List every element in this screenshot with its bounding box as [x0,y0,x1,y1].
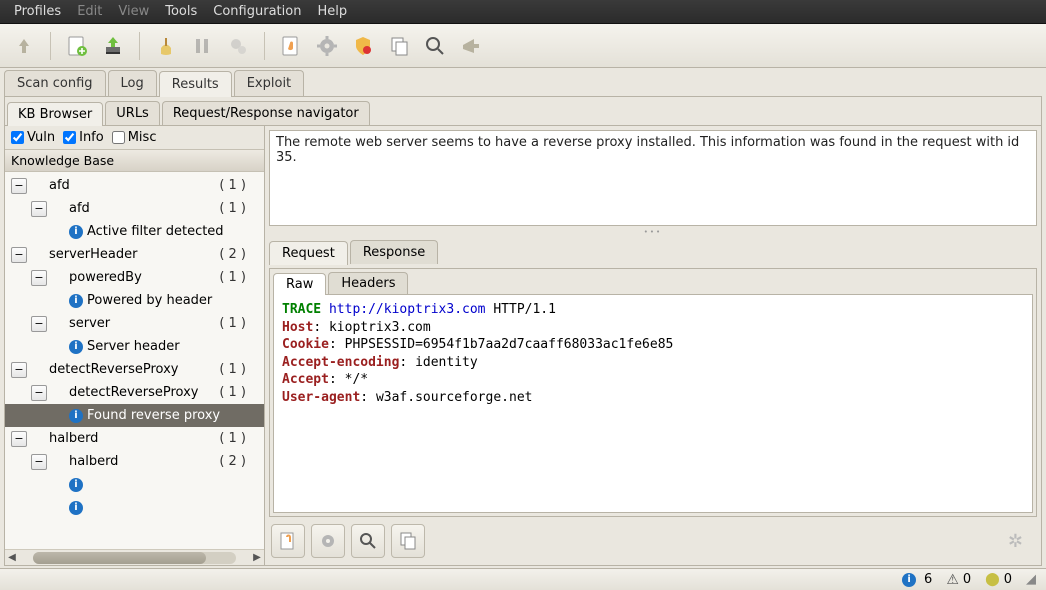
action-bar: ✲ [269,521,1037,561]
tree-hscrollbar[interactable]: ◀ ▶ [5,549,264,565]
status-info: i6 [902,572,932,587]
menu-profiles[interactable]: Profiles [6,2,69,21]
tab-response[interactable]: Response [350,240,438,264]
toolbar-shield-icon[interactable] [347,30,379,62]
collapse-icon[interactable]: − [31,454,47,470]
info-icon: i [69,294,83,308]
collapse-icon[interactable]: − [31,270,47,286]
main-area: KB Browser URLs Request/Response navigat… [4,96,1042,566]
rawhdr-tabs: Raw Headers [270,269,1036,294]
tab-results[interactable]: Results [159,71,232,97]
request-box: Raw Headers TRACE http://kioptrix3.com H… [269,268,1037,517]
menu-edit[interactable]: Edit [69,2,110,21]
tree-node-detectreverseproxy[interactable]: −detectReverseProxy( 1 ) [5,358,264,381]
toolbar-save-icon[interactable] [97,30,129,62]
filter-info[interactable]: Info [63,130,104,145]
shell-icon: ⬤ [985,572,1000,587]
tab-request[interactable]: Request [269,241,348,265]
status-resize-grip-icon[interactable]: ◢ [1026,572,1036,587]
right-panel: The remote web server seems to have a re… [265,126,1041,565]
scroll-right-icon[interactable]: ▶ [250,552,264,563]
kb-tree: −afd( 1 ) −afd( 1 ) iActive filter detec… [5,172,264,549]
tree-leaf-server[interactable]: iServer header [5,335,264,358]
action-zoom-icon[interactable] [351,524,385,558]
toolbar-arrow-up-icon[interactable] [8,30,40,62]
splitter-handle[interactable]: ••• [269,230,1037,234]
tree-node-halberd-child[interactable]: −halberd( 2 ) [5,450,264,473]
tab-scan-config[interactable]: Scan config [4,70,106,96]
filter-row: Vuln Info Misc [5,126,264,149]
info-checkbox[interactable] [63,131,76,144]
filter-misc[interactable]: Misc [112,130,157,145]
tree-node-serverheader[interactable]: −serverHeader( 2 ) [5,243,264,266]
toolbar-clear-icon[interactable] [150,30,182,62]
info-icon: i [69,478,83,492]
toolbar-gears-small-icon[interactable] [222,30,254,62]
menubar: Profiles Edit View Tools Configuration H… [0,0,1046,24]
collapse-icon[interactable]: − [31,201,47,217]
tree-leaf-poweredby[interactable]: iPowered by header [5,289,264,312]
subtab-kb-browser[interactable]: KB Browser [7,102,103,126]
tree-node-halberd[interactable]: −halberd( 1 ) [5,427,264,450]
tab-raw[interactable]: Raw [273,273,326,295]
warning-icon: ⚠ [946,572,959,588]
subtab-urls[interactable]: URLs [105,101,160,125]
tree-leaf-found-reverse-proxy[interactable]: iFound reverse proxy [5,404,264,427]
toolbar-copy-icon[interactable] [383,30,415,62]
menu-help[interactable]: Help [309,2,355,21]
collapse-icon[interactable]: − [11,362,27,378]
subtab-rr-nav[interactable]: Request/Response navigator [162,101,370,125]
info-icon: i [902,573,916,587]
toolbar [0,24,1046,68]
raw-request-body[interactable]: TRACE http://kioptrix3.com HTTP/1.1 Host… [273,294,1033,513]
status-shell: ⬤0 [985,572,1012,587]
collapse-icon[interactable]: − [11,178,27,194]
tab-headers[interactable]: Headers [328,272,408,294]
tree-node-server[interactable]: −server( 1 ) [5,312,264,335]
menu-tools[interactable]: Tools [157,2,205,21]
tree-node-afd-child[interactable]: −afd( 1 ) [5,197,264,220]
spinner-icon: ✲ [1008,531,1023,552]
toolbar-zoom-icon[interactable] [419,30,451,62]
tree-leaf-halberd-2[interactable]: i [5,496,264,519]
toolbar-new-icon[interactable] [61,30,93,62]
info-icon: i [69,340,83,354]
tree-leaf-halberd-1[interactable]: i [5,473,264,496]
menu-configuration[interactable]: Configuration [205,2,309,21]
kb-header: Knowledge Base [5,149,264,172]
misc-checkbox[interactable] [112,131,125,144]
tab-log[interactable]: Log [108,70,157,96]
toolbar-megaphone-icon[interactable] [455,30,487,62]
collapse-icon[interactable]: − [11,431,27,447]
reqres-tabs: Request Response [269,238,1037,264]
collapse-icon[interactable]: − [31,316,47,332]
menu-view[interactable]: View [110,2,157,21]
status-warn: ⚠0 [946,572,971,588]
statusbar: i6 ⚠0 ⬤0 ◢ [0,568,1046,590]
main-tabs: Scan config Log Results Exploit [0,68,1046,96]
tab-exploit[interactable]: Exploit [234,70,304,96]
toolbar-pause-icon[interactable] [186,30,218,62]
action-send-icon[interactable] [271,524,305,558]
collapse-icon[interactable]: − [11,247,27,263]
description-box: The remote web server seems to have a re… [269,130,1037,226]
vuln-checkbox[interactable] [11,131,24,144]
tree-leaf-active-filter[interactable]: iActive filter detected [5,220,264,243]
sub-tabs: KB Browser URLs Request/Response navigat… [5,97,1041,125]
kb-sidebar: Vuln Info Misc Knowledge Base −afd( 1 ) … [5,126,265,565]
tree-node-poweredby[interactable]: −poweredBy( 1 ) [5,266,264,289]
toolbar-gear-icon[interactable] [311,30,343,62]
info-icon: i [69,501,83,515]
action-copy-icon[interactable] [391,524,425,558]
info-icon: i [69,409,83,423]
collapse-icon[interactable]: − [31,385,47,401]
filter-vuln[interactable]: Vuln [11,130,55,145]
tree-node-detectreverseproxy-child[interactable]: −detectReverseProxy( 1 ) [5,381,264,404]
info-icon: i [69,225,83,239]
action-gear-icon[interactable] [311,524,345,558]
toolbar-hand-paper-icon[interactable] [275,30,307,62]
tree-node-afd[interactable]: −afd( 1 ) [5,174,264,197]
scroll-left-icon[interactable]: ◀ [5,552,19,563]
scrollbar-thumb[interactable] [33,552,206,564]
